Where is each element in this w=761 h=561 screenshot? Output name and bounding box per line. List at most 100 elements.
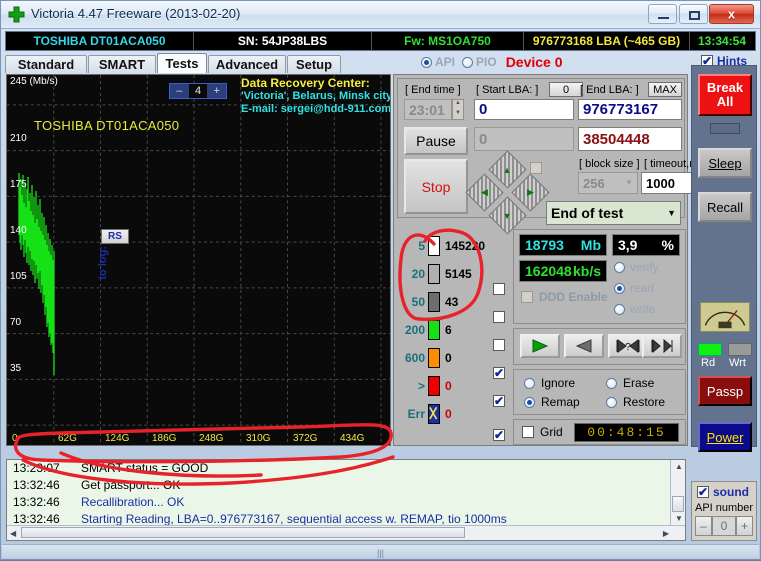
log-checkbox-50[interactable] bbox=[493, 311, 505, 323]
processed-unit: Mb bbox=[580, 237, 601, 253]
grid-checkbox[interactable] bbox=[522, 426, 534, 438]
log-checkbox-err[interactable] bbox=[493, 428, 505, 442]
x-tick-186g: 186G bbox=[152, 433, 177, 444]
power-button[interactable]: Power bbox=[698, 422, 752, 452]
scroll-right-icon[interactable]: ▶ bbox=[663, 529, 669, 538]
recall-button[interactable]: Recall bbox=[698, 192, 752, 222]
mode-write-row[interactable]: write bbox=[614, 302, 659, 316]
scroll-up-icon[interactable]: ▲ bbox=[675, 462, 683, 471]
log-horizontal-scrollbar[interactable]: ◀ ▶ bbox=[7, 525, 685, 540]
action-erase-row[interactable]: Erase bbox=[606, 376, 654, 390]
graph-zoom-control[interactable]: – 4 + bbox=[169, 83, 227, 99]
radio-write[interactable] bbox=[614, 303, 625, 315]
play-button[interactable] bbox=[520, 334, 560, 358]
reverse-button[interactable] bbox=[564, 334, 604, 358]
butterfly-seek-icon: ? bbox=[616, 339, 640, 353]
stop-button[interactable]: Stop bbox=[404, 159, 468, 214]
log-checkbox-600[interactable] bbox=[493, 366, 505, 380]
legend-row: 600 0 bbox=[399, 345, 499, 371]
radio-remap[interactable] bbox=[524, 396, 535, 408]
end-time-value: 23:01 bbox=[409, 101, 445, 118]
rd-label: Rd bbox=[701, 357, 716, 369]
surface-scan-graph[interactable]: 245 (Mb/s) 210 175 140 105 70 35 0 62G 1… bbox=[6, 74, 391, 446]
start-lba-zero-button[interactable]: 0 bbox=[549, 82, 583, 97]
write-led bbox=[728, 343, 752, 356]
minimize-button[interactable] bbox=[648, 4, 677, 24]
end-action-combo[interactable]: End of test ▼ bbox=[546, 201, 681, 225]
action-ignore-row[interactable]: Ignore bbox=[524, 376, 575, 390]
grid-toggle[interactable]: Grid bbox=[522, 425, 563, 439]
spin-down-icon[interactable]: ▼ bbox=[453, 110, 463, 120]
data-recovery-ad: Data Recovery Center: 'Victoria', Belaru… bbox=[241, 77, 390, 116]
arrow-left-icon: ◀ bbox=[481, 186, 488, 197]
zoom-out-button[interactable]: – bbox=[170, 84, 189, 98]
legend-threshold: > bbox=[417, 379, 425, 393]
log-checkbox-gt[interactable] bbox=[493, 394, 505, 408]
seek-start-button[interactable] bbox=[642, 334, 682, 358]
mode-verify-row[interactable]: verify bbox=[614, 260, 659, 274]
radio-erase[interactable] bbox=[606, 377, 617, 389]
skip-back-icon bbox=[651, 339, 673, 353]
log-checkbox-200[interactable] bbox=[493, 339, 505, 351]
break-all-button[interactable]: Break All bbox=[698, 74, 752, 116]
navigation-dpad[interactable]: ▲ ◀ ▶ ▼ bbox=[465, 150, 550, 235]
radio-restore[interactable] bbox=[606, 396, 617, 408]
log-message: SMART status = GOOD bbox=[81, 461, 209, 475]
graph-y-unit: 245 (Mb/s) bbox=[10, 76, 58, 87]
sleep-button[interactable]: Sleep bbox=[698, 148, 752, 178]
chevron-down-icon: ▼ bbox=[667, 207, 676, 218]
legend-row: 20 5145 bbox=[399, 261, 499, 287]
sound-settings-panel: sound API number – 0 + bbox=[691, 481, 757, 541]
radio-verify[interactable] bbox=[614, 261, 625, 273]
action-restore-row[interactable]: Restore bbox=[606, 395, 665, 409]
ddd-enable-checkbox[interactable] bbox=[521, 291, 533, 303]
api-number-stepper[interactable]: – 0 + bbox=[695, 516, 753, 536]
legend-threshold: 5 bbox=[418, 239, 425, 253]
end-lba-max-button[interactable]: MAX bbox=[648, 82, 682, 97]
scroll-down-icon[interactable]: ▼ bbox=[675, 514, 683, 523]
hscroll-thumb[interactable] bbox=[21, 527, 465, 538]
tab-setup[interactable]: Setup bbox=[287, 55, 341, 73]
vscroll-thumb[interactable] bbox=[672, 496, 684, 512]
legend-count: 145220 bbox=[445, 239, 486, 253]
rs-button[interactable]: RS bbox=[101, 229, 129, 244]
legend-swatch bbox=[428, 264, 440, 284]
log-vertical-scrollbar[interactable]: ▲ ▼ bbox=[670, 460, 685, 525]
sound-checkbox[interactable] bbox=[697, 485, 709, 499]
legend-swatch bbox=[428, 376, 440, 396]
api-number-increment[interactable]: + bbox=[736, 516, 753, 536]
tab-smart[interactable]: SMART bbox=[88, 55, 156, 73]
spin-up-icon[interactable]: ▲ bbox=[453, 100, 463, 110]
radio-pio[interactable] bbox=[462, 56, 474, 68]
legend-row: Err 0 bbox=[399, 401, 499, 427]
close-button[interactable]: x bbox=[709, 4, 754, 24]
elapsed-timer: 00:48:15 bbox=[574, 423, 679, 442]
tab-tests[interactable]: Tests bbox=[157, 53, 207, 73]
pause-button[interactable]: Pause bbox=[404, 127, 468, 155]
log-panel[interactable]: 13:23:07 SMART status = GOOD 13:32:46 Ge… bbox=[6, 459, 686, 541]
block-size-combo[interactable]: 256 ▼ bbox=[578, 172, 638, 194]
end-time-spinner[interactable]: ▲ ▼ bbox=[452, 99, 464, 120]
grid-timer-group: Grid 00:48:15 bbox=[513, 419, 686, 445]
passport-button[interactable]: Passp bbox=[698, 376, 752, 406]
tab-standard[interactable]: Standard bbox=[5, 55, 87, 73]
legend-threshold: 600 bbox=[404, 351, 425, 365]
y-tick-210: 210 bbox=[10, 133, 27, 144]
maximize-button[interactable] bbox=[679, 4, 708, 24]
mode-read-row[interactable]: read bbox=[614, 281, 659, 295]
action-remap-row[interactable]: Remap bbox=[524, 395, 580, 409]
ddd-enable-row[interactable]: DDD Enable bbox=[521, 290, 608, 304]
start-lba-field[interactable]: 0 bbox=[474, 99, 574, 120]
api-number-decrement[interactable]: – bbox=[695, 516, 712, 536]
end-lba-field[interactable]: 976773167 bbox=[578, 99, 682, 120]
radio-api[interactable] bbox=[421, 56, 432, 68]
radio-read[interactable] bbox=[614, 282, 625, 294]
legend-count: 6 bbox=[445, 323, 452, 337]
resize-grip-icon: ||| bbox=[376, 548, 385, 558]
tab-advanced[interactable]: Advanced bbox=[208, 55, 286, 73]
log-checkbox-5[interactable] bbox=[493, 283, 505, 295]
radio-ignore[interactable] bbox=[524, 377, 535, 389]
zoom-in-button[interactable]: + bbox=[207, 84, 227, 98]
svg-text:?: ? bbox=[625, 342, 631, 353]
scroll-left-icon[interactable]: ◀ bbox=[10, 529, 16, 538]
